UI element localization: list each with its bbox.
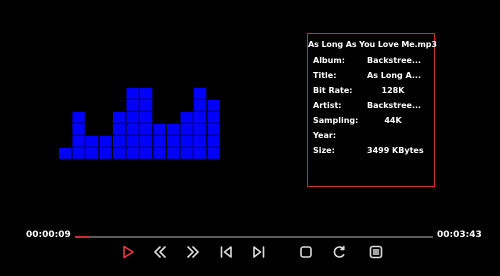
visualizer-cell	[140, 136, 153, 147]
play-button[interactable]	[115, 240, 141, 264]
visualizer-cell	[207, 136, 220, 147]
visualizer-cell	[207, 124, 220, 135]
visualizer-cell	[180, 136, 193, 147]
stop-icon	[300, 246, 312, 258]
visualizer-cell	[194, 112, 207, 123]
visualizer-cell	[86, 148, 99, 159]
info-value-artist: Backstree...	[367, 101, 422, 110]
visualizer-cell	[140, 88, 153, 99]
visualizer-cell	[194, 136, 207, 147]
visualizer-cell	[72, 148, 85, 159]
visualizer-cell	[126, 124, 139, 135]
visualizer-cell	[167, 136, 180, 147]
visualizer-cell	[194, 124, 207, 135]
info-label-bit-rate: Bit Rate:	[313, 86, 353, 95]
visualizer-cell	[207, 112, 220, 123]
info-label-artist: Artist:	[313, 101, 342, 110]
playlist-icon	[369, 245, 383, 259]
visualizer-cell	[86, 136, 99, 147]
visualizer-cell	[140, 112, 153, 123]
visualizer-cell	[194, 148, 207, 159]
info-label-year: Year:	[313, 131, 337, 140]
fast-forward-button[interactable]	[180, 240, 206, 264]
info-row-bit-rate: Bit Rate: 128K	[313, 86, 431, 97]
total-time: 00:03:43	[437, 230, 482, 240]
playlist-button[interactable]	[363, 240, 389, 264]
media-info-panel: As Long As You Love Me.mp3 Album: Backst…	[307, 33, 437, 187]
info-label-sampling: Sampling:	[313, 116, 359, 125]
visualizer-cell	[180, 124, 193, 135]
info-label-size: Size:	[313, 146, 335, 155]
spectrum-visualizer	[59, 88, 220, 159]
visualizer-cell	[180, 148, 193, 159]
repeat-button[interactable]	[326, 240, 352, 264]
previous-track-button[interactable]	[213, 240, 239, 264]
info-value-title: As Long A...	[367, 71, 421, 80]
visualizer-cell	[153, 136, 166, 147]
info-label-album: Album:	[313, 56, 345, 65]
info-row-year: Year:	[313, 131, 431, 142]
visualizer-cell	[140, 148, 153, 159]
rewind-button[interactable]	[147, 240, 173, 264]
visualizer-cell	[180, 112, 193, 123]
info-row-title: Title: As Long A...	[313, 71, 431, 82]
visualizer-cell	[207, 100, 220, 111]
visualizer-cell	[167, 124, 180, 135]
visualizer-cell	[207, 148, 220, 159]
visualizer-cell	[99, 136, 112, 147]
next-track-icon	[253, 246, 265, 258]
next-track-button[interactable]	[246, 240, 272, 264]
info-label-title: Title:	[313, 71, 337, 80]
info-row-album: Album: Backstree...	[313, 56, 431, 67]
visualizer-cell	[113, 136, 126, 147]
visualizer-cell	[126, 100, 139, 111]
visualizer-cell	[113, 112, 126, 123]
info-row-sampling: Sampling: 44K	[313, 116, 431, 127]
play-icon	[123, 245, 134, 259]
visualizer-cell	[153, 124, 166, 135]
info-value-size: 3499 KBytes	[367, 146, 424, 155]
rewind-icon	[154, 246, 166, 258]
visualizer-cell	[126, 148, 139, 159]
stop-button[interactable]	[293, 240, 319, 264]
previous-track-icon	[220, 246, 232, 258]
info-row-size: Size: 3499 KBytes	[313, 146, 431, 157]
info-row-artist: Artist: Backstree...	[313, 101, 431, 112]
visualizer-cell	[126, 88, 139, 99]
visualizer-cell	[72, 124, 85, 135]
elapsed-time: 00:00:09	[26, 230, 71, 240]
seek-bar[interactable]	[75, 236, 433, 238]
visualizer-cell	[72, 112, 85, 123]
visualizer-cell	[194, 100, 207, 111]
info-value-sampling: 44K	[384, 116, 402, 125]
file-name: As Long As You Love Me.mp3	[308, 40, 437, 49]
visualizer-cell	[194, 88, 207, 99]
visualizer-cell	[59, 148, 72, 159]
visualizer-cell	[99, 148, 112, 159]
seek-bar-progress	[75, 236, 90, 238]
visualizer-cell	[126, 136, 139, 147]
fast-forward-icon	[187, 246, 199, 258]
visualizer-cell	[72, 136, 85, 147]
visualizer-cell	[140, 124, 153, 135]
info-value-album: Backstree...	[367, 56, 422, 65]
visualizer-cell	[113, 124, 126, 135]
visualizer-cell	[126, 112, 139, 123]
info-value-bit-rate: 128K	[381, 86, 405, 95]
visualizer-cell	[153, 148, 166, 159]
visualizer-cell	[140, 100, 153, 111]
repeat-icon	[333, 245, 345, 258]
visualizer-cell	[113, 148, 126, 159]
visualizer-cell	[167, 148, 180, 159]
